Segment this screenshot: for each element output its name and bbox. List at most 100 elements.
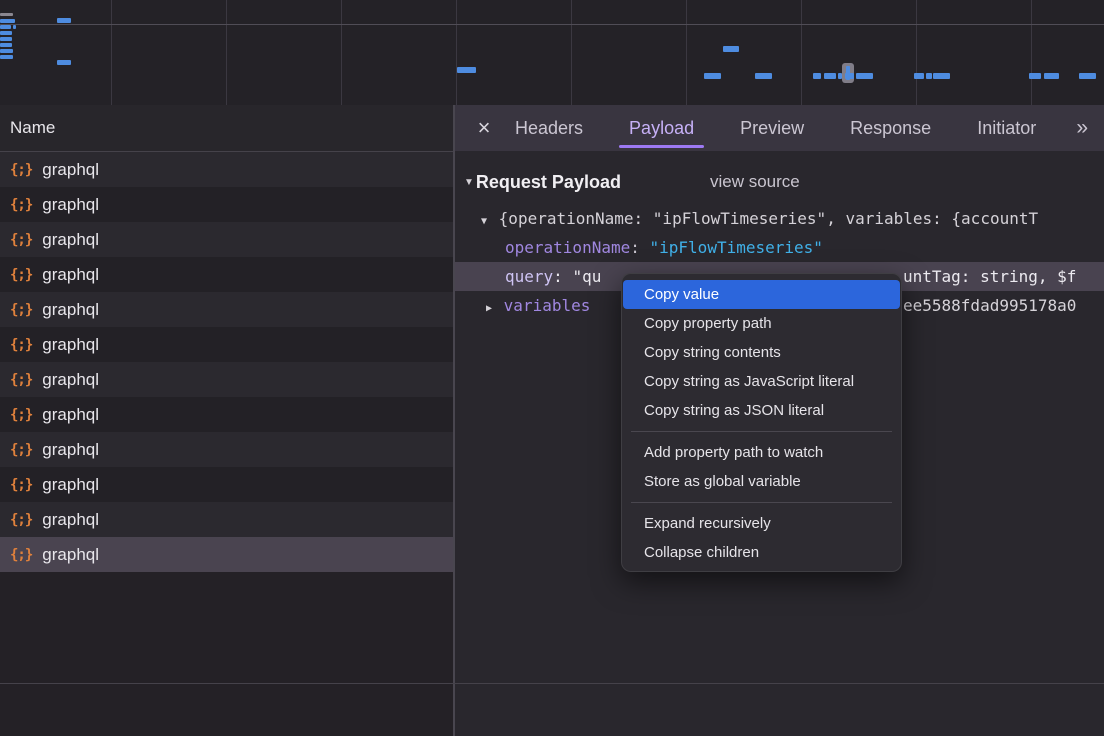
key-separator: :	[630, 238, 640, 257]
overview-request-bar	[824, 73, 836, 79]
request-name-label: graphql	[42, 160, 99, 180]
json-braces-icon: {;}	[10, 547, 32, 563]
network-overview-timeline[interactable]	[0, 0, 1104, 106]
root-preview-text: {operationName: "ipFlowTimeseries", vari…	[499, 209, 1038, 228]
overview-request-bar	[926, 73, 932, 79]
table-row[interactable]: {;}graphql	[0, 432, 453, 467]
json-braces-icon: {;}	[10, 407, 32, 423]
table-row[interactable]: {;}graphql	[0, 327, 453, 362]
requests-panel: Name {;}graphql{;}graphql{;}graphql{;}gr…	[0, 105, 453, 736]
tab-payload[interactable]: Payload	[627, 105, 696, 151]
request-name-label: graphql	[42, 195, 99, 215]
overview-request-bar	[1044, 73, 1059, 79]
expand-icon[interactable]: ▶	[486, 303, 492, 314]
request-name-label: graphql	[42, 545, 99, 565]
menu-item-copy-property-path[interactable]: Copy property path	[621, 309, 902, 338]
overview-request-bar	[1079, 73, 1096, 79]
close-icon[interactable]: ×	[471, 105, 497, 151]
request-name-label: graphql	[42, 510, 99, 530]
json-braces-icon: {;}	[10, 477, 32, 493]
menu-item-copy-string-as-json-literal[interactable]: Copy string as JSON literal	[621, 396, 902, 425]
json-braces-icon: {;}	[10, 442, 32, 458]
json-braces-icon: {;}	[10, 512, 32, 528]
more-tabs-icon[interactable]: »	[1076, 116, 1088, 140]
menu-item-copy-string-as-javascript-literal[interactable]: Copy string as JavaScript literal	[621, 367, 902, 396]
request-name-label: graphql	[42, 265, 99, 285]
root-collapse-icon[interactable]: ▼	[481, 216, 487, 227]
json-braces-icon: {;}	[10, 162, 32, 178]
property-value-right-fragment: untTag: string, $f	[903, 262, 1076, 291]
menu-item-store-as-global-variable[interactable]: Store as global variable	[621, 467, 902, 496]
overview-gridline	[1031, 0, 1032, 105]
overview-request-bar	[1029, 73, 1041, 79]
menu-item-copy-string-contents[interactable]: Copy string contents	[621, 338, 902, 367]
table-row[interactable]: {;}graphql	[0, 222, 453, 257]
overview-gridline	[916, 0, 917, 105]
overview-request-bar	[856, 73, 873, 79]
payload-row-variables[interactable]: ▶ variables	[486, 291, 590, 320]
property-value-left-fragment: "qu	[572, 267, 601, 286]
detail-tabs: Headers Payload Preview Response Initiator	[513, 105, 1038, 151]
tab-response[interactable]: Response	[848, 105, 933, 151]
name-column-label: Name	[10, 118, 55, 137]
menu-separator	[631, 431, 892, 432]
overview-gridline	[571, 0, 572, 105]
overview-request-bar	[914, 73, 924, 79]
overview-request-bar	[755, 73, 772, 79]
tab-initiator[interactable]: Initiator	[975, 105, 1038, 151]
key-separator: :	[553, 267, 563, 286]
overview-request-bar	[0, 55, 13, 59]
name-column-header[interactable]: Name	[0, 105, 453, 152]
overview-request-bar	[0, 25, 11, 29]
table-row[interactable]: {;} graphql	[0, 152, 453, 187]
overview-request-bar	[0, 37, 12, 41]
tab-headers[interactable]: Headers	[513, 105, 585, 151]
overview-request-bar	[0, 31, 12, 35]
overview-request-bar	[57, 60, 71, 65]
payload-root-node[interactable]: ▼ {operationName: "ipFlowTimeseries", va…	[481, 205, 1038, 233]
overview-request-bar	[57, 18, 71, 23]
menu-item-collapse-children[interactable]: Collapse children	[621, 538, 902, 567]
json-braces-icon: {;}	[10, 267, 32, 283]
view-source-link[interactable]: view source	[710, 168, 800, 196]
overview-gridline	[226, 0, 227, 105]
overview-request-bar	[0, 19, 15, 23]
overview-request-bar	[704, 73, 721, 79]
json-braces-icon: {;}	[10, 372, 32, 388]
overview-gridline	[686, 0, 687, 105]
menu-item-expand-recursively[interactable]: Expand recursively	[621, 509, 902, 538]
context-menu: Copy valueCopy property pathCopy string …	[621, 273, 902, 572]
table-row[interactable]: {;} graphql	[0, 537, 453, 572]
overview-request-bar	[457, 67, 476, 73]
table-row[interactable]: {;}graphql	[0, 467, 453, 502]
request-name-label: graphql	[42, 405, 99, 425]
tab-preview[interactable]: Preview	[738, 105, 806, 151]
json-braces-icon: {;}	[10, 197, 32, 213]
table-row[interactable]: {;} graphql	[0, 502, 453, 537]
table-row[interactable]: {;}graphql	[0, 362, 453, 397]
screenshot-page: Name {;}graphql{;}graphql{;}graphql{;}gr…	[0, 0, 1110, 740]
overview-request-bar	[0, 43, 12, 47]
menu-item-copy-value[interactable]: Copy value	[623, 280, 900, 309]
request-list: {;} graphql {;} graphql {;} graphql {;} graphql…	[0, 152, 453, 572]
overview-gridline	[456, 0, 457, 105]
section-title: Request Payload	[476, 172, 621, 193]
overview-gridline	[111, 0, 112, 105]
table-row[interactable]: {;} graphql	[0, 187, 453, 222]
table-row[interactable]: {;} graphql	[0, 397, 453, 432]
overview-lane-divider	[0, 24, 1104, 25]
json-braces-icon: {;}	[10, 232, 32, 248]
property-key: variables	[504, 296, 591, 315]
section-collapse-icon[interactable]: ▼	[464, 177, 474, 188]
payload-row-operationName[interactable]: operationName: "ipFlowTimeseries"	[505, 233, 823, 262]
overview-request-bar	[13, 25, 16, 29]
table-row[interactable]: {;}graphql	[0, 292, 453, 327]
request-name-label: graphql	[42, 335, 99, 355]
table-row[interactable]: {;} graphql	[0, 257, 453, 292]
overview-request-bar	[813, 73, 821, 79]
detail-tabbar: × Headers Payload Preview Response Initiator…	[455, 105, 1104, 151]
menu-item-add-property-path-to-watch[interactable]: Add property path to watch	[621, 438, 902, 467]
overview-request-bar	[0, 13, 13, 16]
request-payload-section[interactable]: ▼ Request Payload	[464, 168, 621, 196]
json-braces-icon: {;}	[10, 302, 32, 318]
